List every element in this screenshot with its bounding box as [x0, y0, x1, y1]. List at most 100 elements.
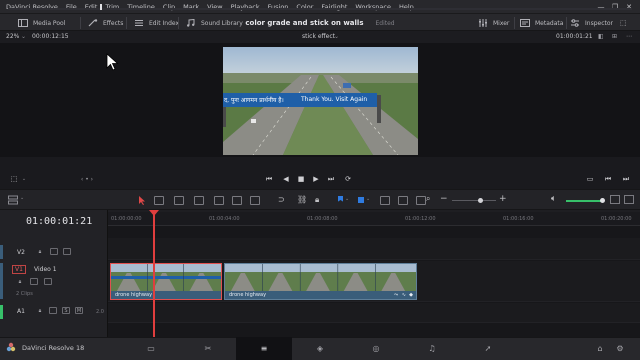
prev-edit-icon[interactable]: ⏮	[602, 174, 614, 184]
timeline-zoom-slider-handle[interactable]	[478, 198, 483, 203]
replace-clip-icon[interactable]	[250, 196, 260, 205]
go-to-end-icon[interactable]: ⏭	[325, 174, 337, 184]
v1-track-color	[0, 263, 3, 299]
overwrite-clip-icon[interactable]	[232, 196, 242, 205]
go-to-start-icon[interactable]: ⏮	[263, 174, 275, 184]
toolbar-divider	[514, 17, 515, 29]
timeline-dropdown-chevron-icon[interactable]: ⌄	[334, 33, 339, 40]
zoom-custom-icon[interactable]	[416, 196, 426, 205]
a1-lock-icon[interactable]: 🔒︎	[36, 307, 44, 314]
v1-track-label[interactable]: Video 1	[34, 266, 57, 273]
a1-solo-button[interactable]: S	[62, 307, 70, 314]
jog-control-icon[interactable]: ‹ • ›	[76, 174, 98, 184]
media-page-icon[interactable]: ▭	[145, 342, 157, 354]
ruler-tick-label: 01:00:12:00	[405, 216, 436, 222]
sound-library-button[interactable]: Sound Library	[186, 14, 243, 32]
ruler-tick-label: 01:00:08:00	[307, 216, 338, 222]
clip-curve-icon[interactable]: ∿	[402, 292, 406, 298]
zoom-in-icon[interactable]: +	[499, 194, 507, 204]
loop-icon[interactable]: ⟳	[342, 174, 354, 184]
metadata-label: Metadata	[535, 19, 564, 27]
timeline-zoom-slider[interactable]	[452, 200, 496, 201]
v1-track-name[interactable]: V1	[12, 265, 26, 274]
workspace-options-button[interactable]: ⬚	[620, 14, 627, 32]
stop-icon[interactable]: ■	[295, 174, 307, 184]
a1-channel-format: 2.0	[96, 309, 104, 315]
timeline-clip[interactable]: drone highway	[110, 263, 222, 300]
timeline-playhead[interactable]	[153, 212, 155, 337]
a1-auto-select-icon[interactable]	[49, 307, 57, 314]
scrub-playhead[interactable]	[100, 4, 102, 10]
edit-index-label: Edit Index	[149, 19, 180, 27]
fullscreen-icon[interactable]: ⊞	[612, 33, 617, 40]
blade-tool-icon[interactable]	[194, 196, 204, 205]
timeline-ruler[interactable]: 01:00:00:00 01:00:04:00 01:00:08:00 01:0…	[108, 212, 640, 226]
effects-button[interactable]: Effects	[88, 14, 123, 32]
trim-edit-tool-icon[interactable]	[154, 196, 164, 205]
view-options-chevron-icon[interactable]: ⌄	[20, 195, 24, 201]
ruler-tick-label: 01:00:00:00	[111, 216, 142, 222]
dynamic-trim-tool-icon[interactable]	[174, 196, 184, 205]
a1-mute-button[interactable]: M	[75, 307, 83, 314]
fairlight-page-icon[interactable]: ♫	[426, 342, 438, 354]
v1-visibility-icon[interactable]	[44, 278, 52, 285]
audio-meter-icon[interactable]	[624, 195, 634, 204]
selection-tool-icon[interactable]	[137, 195, 147, 208]
edit-index-button[interactable]: Edit Index	[134, 14, 179, 32]
v2-visibility-icon[interactable]	[63, 248, 71, 255]
zoom-detail-icon[interactable]	[398, 196, 408, 205]
edit-page-icon[interactable]: ≡	[258, 342, 270, 354]
viewer-options-icon[interactable]: ◧	[598, 33, 604, 40]
zoom-out-icon[interactable]: −	[440, 194, 448, 204]
audio-level-slider[interactable]	[566, 200, 604, 202]
v2-track-color	[0, 245, 3, 259]
color-page-icon[interactable]: ◎	[370, 342, 382, 354]
home-icon[interactable]: ⌂	[594, 342, 606, 354]
position-lock-icon[interactable]: 🔒︎	[315, 195, 319, 205]
audio-level-slider-handle[interactable]	[600, 198, 605, 203]
viewer-overlay-icon[interactable]: ⬚	[8, 174, 20, 184]
mouse-cursor-icon	[106, 53, 119, 71]
mixer-button[interactable]: Mixer	[478, 14, 509, 32]
marker-icon[interactable]	[358, 197, 364, 203]
timeline-view-options-icon[interactable]	[8, 195, 18, 205]
speaker-icon[interactable]: 🔈︎	[551, 194, 556, 204]
viewer-menu-icon[interactable]: ⋯	[626, 33, 632, 40]
next-edit-icon[interactable]: ⏭	[620, 174, 632, 184]
v1-auto-select-icon[interactable]	[30, 278, 38, 285]
v1-lock-icon[interactable]: 🔒︎	[16, 278, 24, 285]
overlay-dropdown-chevron-icon[interactable]: ⌄	[20, 174, 28, 184]
play-icon[interactable]: ▶	[310, 174, 322, 184]
v2-auto-select-icon[interactable]	[50, 248, 58, 255]
project-settings-icon[interactable]: ⚙	[614, 342, 626, 354]
a1-lane[interactable]	[108, 303, 640, 323]
inspector-icon	[570, 19, 580, 27]
cut-page-icon[interactable]: ✂	[202, 342, 214, 354]
zoom-full-icon[interactable]	[380, 196, 390, 205]
flag-icon[interactable]	[338, 196, 343, 202]
v2-lock-icon[interactable]: 🔒︎	[36, 248, 44, 255]
dim-audio-icon[interactable]	[610, 195, 620, 204]
timeline-name[interactable]: stick effect	[302, 33, 335, 40]
timeline-clip[interactable]: drone highway ⤳ ∿ ◆	[224, 263, 417, 300]
deliver-page-icon[interactable]: ➚	[482, 342, 494, 354]
marker-dropdown-chevron-icon[interactable]: ⌄	[366, 196, 370, 202]
match-frame-icon[interactable]: ▭	[584, 174, 596, 184]
linked-selection-icon[interactable]: ⛓	[297, 195, 307, 204]
media-pool-button[interactable]: Media Pool	[18, 14, 65, 32]
fusion-page-icon[interactable]: ◈	[314, 342, 326, 354]
sound-library-label: Sound Library	[201, 19, 243, 27]
flag-dropdown-chevron-icon[interactable]: ⌄	[345, 196, 349, 202]
metadata-button[interactable]: Metadata	[520, 14, 563, 32]
zoom-level[interactable]: 22%	[6, 33, 19, 40]
play-reverse-icon[interactable]: ◀	[280, 174, 292, 184]
insert-clip-icon[interactable]	[214, 196, 224, 205]
zoom-magnifier-icon[interactable]: ⌕	[426, 194, 430, 204]
zoom-dropdown-chevron-icon[interactable]: ⌄	[21, 33, 26, 40]
toolbar-divider	[566, 17, 567, 29]
clip-retime-icon[interactable]: ⤳	[394, 292, 398, 298]
clip-keyframe-icon[interactable]: ◆	[409, 292, 413, 298]
v2-lane[interactable]	[108, 238, 640, 260]
inspector-button[interactable]: Inspector	[570, 14, 613, 32]
snapping-icon[interactable]: ⊃	[278, 195, 285, 204]
